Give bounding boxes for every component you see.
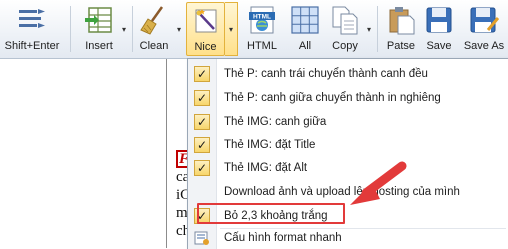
menu-item-label: Thẻ IMG: canh giữa bbox=[224, 116, 327, 128]
toolbar: Shift+Enter Insert ▾ Clean ▾ Nice ▾ HTML… bbox=[0, 0, 508, 59]
annotation-highlight-box bbox=[197, 203, 345, 224]
menu-item-label: Thẻ IMG: đặt Alt bbox=[224, 162, 308, 174]
menu-item-download-images[interactable]: Download ảnh và upload lên hosting của m… bbox=[192, 181, 506, 203]
menu-item-label: Download ảnh và upload lên hosting của m… bbox=[224, 186, 460, 198]
insert-dropdown-arrow[interactable]: ▾ bbox=[119, 2, 129, 56]
copy-label: Copy bbox=[332, 40, 358, 52]
menu-item-label: Thẻ IMG: đặt Title bbox=[224, 139, 316, 151]
checkmark-icon: ✓ bbox=[194, 66, 210, 82]
copy-button[interactable]: Copy bbox=[327, 2, 363, 56]
menu-item-img-center[interactable]: ✓ Thẻ IMG: canh giữa bbox=[192, 111, 506, 133]
paste-icon bbox=[385, 4, 417, 36]
nice-label: Nice bbox=[194, 41, 217, 53]
toolbar-divider bbox=[70, 6, 71, 52]
checkmark-icon: ✓ bbox=[194, 114, 210, 130]
insert-table-icon bbox=[83, 4, 115, 36]
clean-label: Clean bbox=[139, 40, 169, 52]
toolbar-divider bbox=[377, 6, 378, 52]
settings-icon bbox=[194, 230, 210, 246]
broom-icon bbox=[138, 4, 170, 36]
menu-item-quick-format-config[interactable]: Cấu hình format nhanh bbox=[192, 227, 506, 249]
html-globe-icon: HTML bbox=[246, 4, 278, 36]
clean-button[interactable]: Clean bbox=[134, 2, 174, 56]
select-all-grid-icon bbox=[289, 4, 321, 36]
shift-enter-label: Shift+Enter bbox=[4, 40, 60, 52]
floppy-icon bbox=[423, 4, 455, 36]
save-as-button[interactable]: Save As bbox=[460, 2, 508, 56]
checkmark-icon: ✓ bbox=[194, 160, 210, 176]
checkmark-icon: ✓ bbox=[194, 90, 210, 106]
checkbox-empty bbox=[194, 184, 210, 200]
html-button[interactable]: HTML HTML bbox=[242, 2, 282, 56]
floppy-pencil-icon bbox=[468, 4, 500, 36]
document-line: m bbox=[176, 205, 188, 221]
nice-button[interactable]: Nice bbox=[186, 2, 225, 56]
all-button[interactable]: All bbox=[285, 2, 325, 56]
patse-button[interactable]: Patse bbox=[381, 2, 421, 56]
clean-dropdown-arrow[interactable]: ▾ bbox=[174, 2, 184, 56]
menu-item-p-center-to-italic[interactable]: ✓ Thẻ P: canh giữa chuyển thành in nghiê… bbox=[192, 87, 506, 109]
menu-item-label: Thẻ P: canh giữa chuyển thành in nghiêng bbox=[224, 92, 441, 104]
save-button[interactable]: Save bbox=[421, 2, 457, 56]
magic-wand-icon bbox=[190, 5, 222, 37]
insert-label: Insert bbox=[85, 40, 113, 52]
menu-item-p-left-to-justify[interactable]: ✓ Thẻ P: canh trái chuyển thành canh đều bbox=[192, 63, 506, 85]
menu-item-img-alt[interactable]: ✓ Thẻ IMG: đặt Alt bbox=[192, 157, 506, 179]
nice-dropdown-arrow[interactable]: ▾ bbox=[225, 2, 238, 56]
svg-text:HTML: HTML bbox=[253, 14, 271, 21]
align-arrows-icon bbox=[16, 4, 48, 36]
html-label: HTML bbox=[247, 40, 277, 52]
patse-label: Patse bbox=[386, 40, 416, 52]
save-as-label: Save As bbox=[463, 40, 505, 52]
copy-dropdown-arrow[interactable]: ▾ bbox=[364, 2, 374, 56]
checkmark-icon: ✓ bbox=[194, 137, 210, 153]
insert-button[interactable]: Insert bbox=[79, 2, 119, 56]
menu-item-img-title[interactable]: ✓ Thẻ IMG: đặt Title bbox=[192, 134, 506, 156]
shift-enter-button[interactable]: Shift+Enter bbox=[3, 2, 61, 56]
all-label: All bbox=[298, 40, 312, 52]
menu-item-label: Thẻ P: canh trái chuyển thành canh đều bbox=[224, 68, 428, 80]
menu-item-label: Cấu hình format nhanh bbox=[224, 232, 342, 244]
copy-icon bbox=[329, 4, 361, 36]
save-label: Save bbox=[426, 40, 452, 52]
toolbar-divider bbox=[132, 6, 133, 52]
